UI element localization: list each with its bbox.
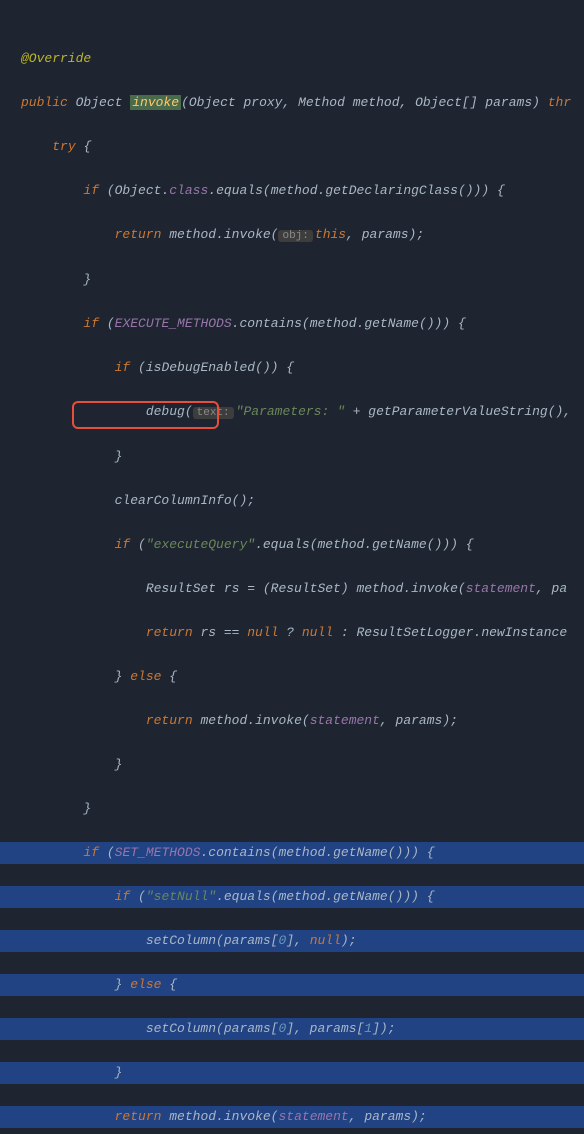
code-line: } [0,798,584,820]
code-line-selected: if (SET_METHODS.contains(method.getName(… [0,842,584,864]
code-line: ResultSet rs = (ResultSet) method.invoke… [0,578,584,600]
code-line: clearColumnInfo(); [0,490,584,512]
code-line: } [0,446,584,468]
code-line: public Object invoke(Object proxy, Metho… [0,92,584,114]
param-hint: obj: [278,230,312,242]
code-line: return method.invoke(statement, params); [0,710,584,732]
code-line: debug(text:"Parameters: " + getParameter… [0,401,584,424]
code-line: } [0,754,584,776]
code-line: if (Object.class.equals(method.getDeclar… [0,180,584,202]
code-line: } [0,269,584,291]
code-line-selected: setColumn(params[0], params[1]); [0,1018,584,1040]
code-line: } else { [0,666,584,688]
code-line: if (isDebugEnabled()) { [0,357,584,379]
method-invoke: invoke [130,95,181,110]
code-line-selected: setColumn(params[0], null); [0,930,584,952]
code-line-selected: return method.invoke(statement, params); [0,1106,584,1128]
param-hint: text: [193,407,234,419]
code-line: return method.invoke(obj:this, params); [0,224,584,247]
code-line-selected: } else { [0,974,584,996]
code-line-selected: } [0,1062,584,1084]
code-line-selected: if ("setNull".equals(method.getName())) … [0,886,584,908]
code-line: return rs == null ? null : ResultSetLogg… [0,622,584,644]
code-line: if (EXECUTE_METHODS.contains(method.getN… [0,313,584,335]
code-line: if ("executeQuery".equals(method.getName… [0,534,584,556]
code-editor[interactable]: @Override public Object invoke(Object pr… [0,0,584,1134]
code-line: try { [0,136,584,158]
code-line: @Override [0,48,584,70]
const-execute-methods: EXECUTE_METHODS [115,316,232,331]
annotation: @Override [21,51,91,66]
const-set-methods: SET_METHODS [115,845,201,860]
